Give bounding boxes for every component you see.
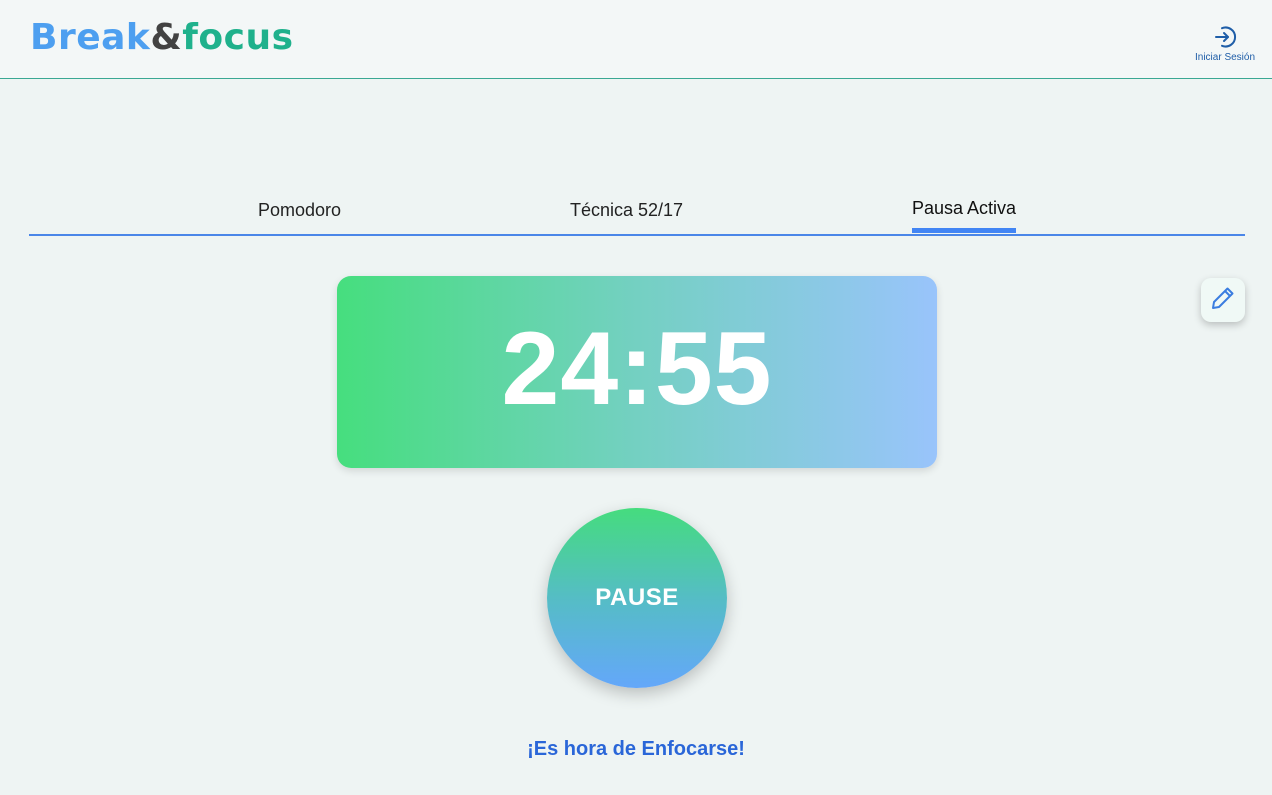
logo-part-break: Break: [30, 17, 151, 58]
tab-pomodoro[interactable]: Pomodoro: [258, 200, 341, 221]
pencil-icon: [1209, 284, 1237, 317]
timer-value: 24:55: [501, 311, 773, 427]
pause-label: PAUSE: [595, 584, 679, 611]
tab-tecnica-52-17[interactable]: Técnica 52/17: [570, 200, 683, 221]
logo-part-ampersand: &: [150, 17, 183, 58]
status-message: ¡Es hora de Enfocarse!: [527, 738, 745, 760]
tab-pausa-activa[interactable]: Pausa Activa: [912, 198, 1017, 233]
brand-logo[interactable]: Break&focus: [30, 16, 294, 60]
logo-part-focus: focus: [182, 17, 294, 58]
login-button[interactable]: Iniciar Sesión: [1190, 24, 1260, 63]
login-label: Iniciar Sesión: [1194, 52, 1256, 63]
timer-display: 24:55: [337, 276, 937, 468]
edit-button[interactable]: [1201, 278, 1245, 322]
app-header: Break&focus Iniciar Sesión: [0, 0, 1272, 79]
technique-tabs: Pomodoro Técnica 52/17 Pausa Activa: [29, 186, 1245, 236]
login-icon: [1190, 24, 1260, 50]
pause-button[interactable]: PAUSE: [547, 508, 727, 688]
